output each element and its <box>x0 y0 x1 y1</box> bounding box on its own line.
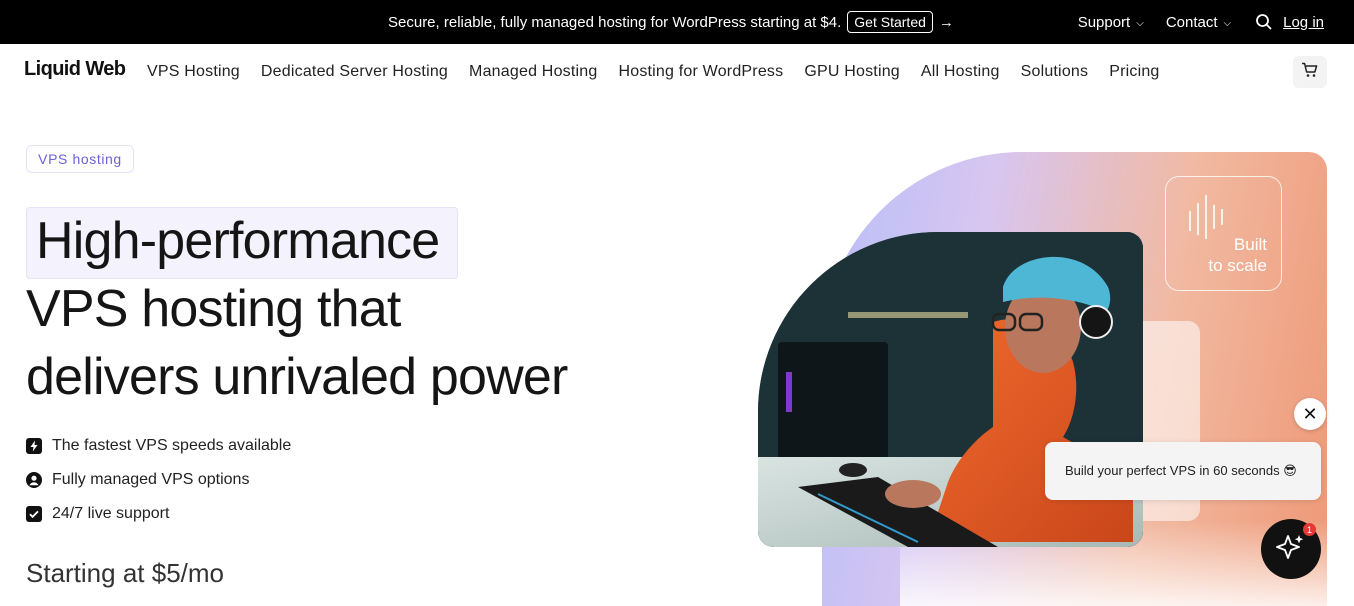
nav-solutions[interactable]: Solutions <box>1021 63 1089 81</box>
nav-items: VPS Hosting Dedicated Server Hosting Man… <box>147 44 1181 100</box>
starting-price: Starting at $5/mo <box>26 558 224 588</box>
cart-icon <box>1301 62 1319 83</box>
arrow-right-icon[interactable]: → <box>939 14 954 31</box>
get-started-button[interactable]: Get Started <box>847 11 933 33</box>
promo-message: Secure, reliable, fully managed hosting … <box>388 0 954 44</box>
chevron-down-icon: ⌵ <box>1223 17 1232 29</box>
headline-line-3: delivers unrivaled power <box>26 348 568 406</box>
user-icon <box>26 472 42 488</box>
chat-prompt-bubble[interactable]: Build your perfect VPS in 60 seconds 😎 <box>1045 442 1321 500</box>
feature-item: The fastest VPS speeds available <box>26 437 291 455</box>
headline-line-2: VPS hosting that <box>26 280 401 338</box>
promo-bar: Secure, reliable, fully managed hosting … <box>0 0 1354 44</box>
nav-pricing[interactable]: Pricing <box>1109 63 1159 81</box>
feature-text: Fully managed VPS options <box>52 471 250 488</box>
support-label: Support <box>1077 13 1131 31</box>
feature-item: Fully managed VPS options <box>26 471 249 489</box>
close-chat-prompt-button[interactable]: ✕ <box>1294 398 1326 430</box>
feature-text: The fastest VPS speeds available <box>52 437 292 454</box>
notification-badge: 1 <box>1303 523 1316 536</box>
checkbox-icon <box>26 506 42 522</box>
scale-card-line-2: to scale <box>1208 256 1267 275</box>
nav-gpu-hosting[interactable]: GPU Hosting <box>804 63 900 81</box>
nav-hosting-for-wordpress[interactable]: Hosting for WordPress <box>618 63 783 81</box>
nav-vps-hosting[interactable]: VPS Hosting <box>147 63 240 81</box>
utility-nav: Support ⌵ Contact ⌵ Log in <box>1056 0 1324 44</box>
nav-all-hosting[interactable]: All Hosting <box>921 63 1000 81</box>
nav-managed-hosting[interactable]: Managed Hosting <box>469 63 597 81</box>
main-nav: Liquid Web VPS Hosting Dedicated Server … <box>0 44 1354 100</box>
sparkle-icon <box>1276 532 1306 567</box>
cart-button[interactable] <box>1293 56 1327 88</box>
contact-label: Contact <box>1165 13 1218 31</box>
lightning-icon <box>26 438 42 454</box>
nav-dedicated-server-hosting[interactable]: Dedicated Server Hosting <box>261 63 448 81</box>
built-to-scale-card: Built to scale <box>1165 176 1282 291</box>
support-menu[interactable]: Support ⌵ <box>1078 14 1144 31</box>
category-tag: VPS hosting <box>26 145 134 173</box>
promo-text: Secure, reliable, fully managed hosting … <box>388 13 842 31</box>
login-link[interactable]: Log in <box>1283 14 1324 31</box>
close-icon: ✕ <box>1302 403 1318 424</box>
feature-item: 24/7 live support <box>26 505 169 523</box>
headline-line-1: High-performance <box>36 212 440 270</box>
scale-card-text: Built to scale <box>1208 234 1267 276</box>
scale-card-line-1: Built <box>1233 235 1267 254</box>
chevron-down-icon: ⌵ <box>1136 17 1144 29</box>
logo[interactable]: Liquid Web <box>24 58 126 81</box>
search-icon[interactable] <box>1255 13 1273 31</box>
feature-text: 24/7 live support <box>52 505 170 522</box>
contact-menu[interactable]: Contact ⌵ <box>1166 14 1231 31</box>
